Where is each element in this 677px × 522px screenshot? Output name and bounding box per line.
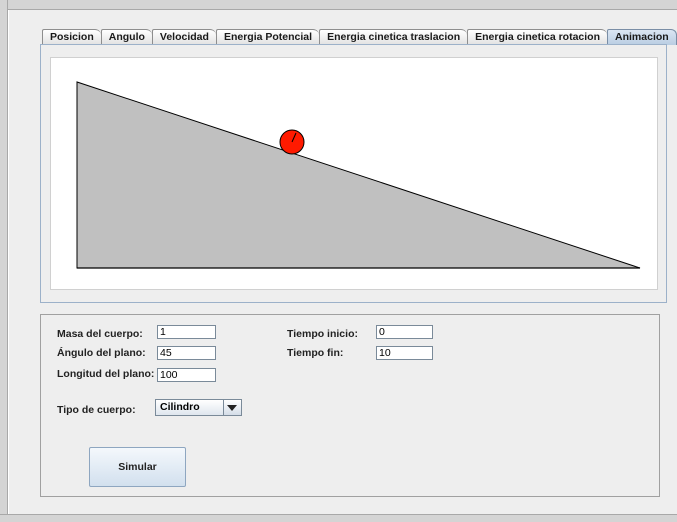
window-bottom-border xyxy=(0,514,677,522)
tab-energia-potencial[interactable]: Energia Potencial xyxy=(215,29,320,44)
tipo-cuerpo-label: Tipo de cuerpo: xyxy=(57,404,136,416)
masa-field[interactable]: 1 xyxy=(157,325,216,339)
angulo-label: Ángulo del plano: xyxy=(57,347,146,359)
rolling-body xyxy=(279,129,305,155)
tipo-cuerpo-dropdown[interactable]: Cilindro xyxy=(155,399,242,416)
masa-label: Masa del cuerpo: xyxy=(57,328,143,340)
longitud-field[interactable]: 100 xyxy=(157,368,216,382)
tiempo-fin-label: Tiempo fin: xyxy=(287,347,344,359)
tab-animacion[interactable]: Animacion xyxy=(607,29,677,45)
tab-velocidad[interactable]: Velocidad xyxy=(151,29,216,44)
tiempo-inicio-label: Tiempo inicio: xyxy=(287,328,358,340)
tab-bar: Posicion Angulo Velocidad Energia Potenc… xyxy=(42,29,677,45)
tipo-cuerpo-selected: Cilindro xyxy=(160,401,200,413)
animation-canvas xyxy=(50,57,658,290)
tab-angulo[interactable]: Angulo xyxy=(100,29,152,44)
simular-button[interactable]: Simular xyxy=(89,447,186,487)
longitud-label: Longitud del plano: xyxy=(57,368,155,380)
animation-svg xyxy=(76,81,641,269)
angulo-field[interactable]: 45 xyxy=(157,346,216,360)
tiempo-fin-field[interactable]: 10 xyxy=(376,346,433,360)
tab-energia-cinetica-rotacion[interactable]: Energia cinetica rotacion xyxy=(467,29,608,44)
window-top-border xyxy=(0,0,677,10)
tiempo-inicio-field[interactable]: 0 xyxy=(376,325,433,339)
window-left-border xyxy=(0,0,8,522)
chevron-down-icon[interactable] xyxy=(223,400,241,415)
tab-posicion[interactable]: Posicion xyxy=(42,29,101,44)
tab-energia-cinetica-traslacion[interactable]: Energia cinetica traslacion xyxy=(319,29,468,44)
inclined-plane xyxy=(76,81,641,269)
